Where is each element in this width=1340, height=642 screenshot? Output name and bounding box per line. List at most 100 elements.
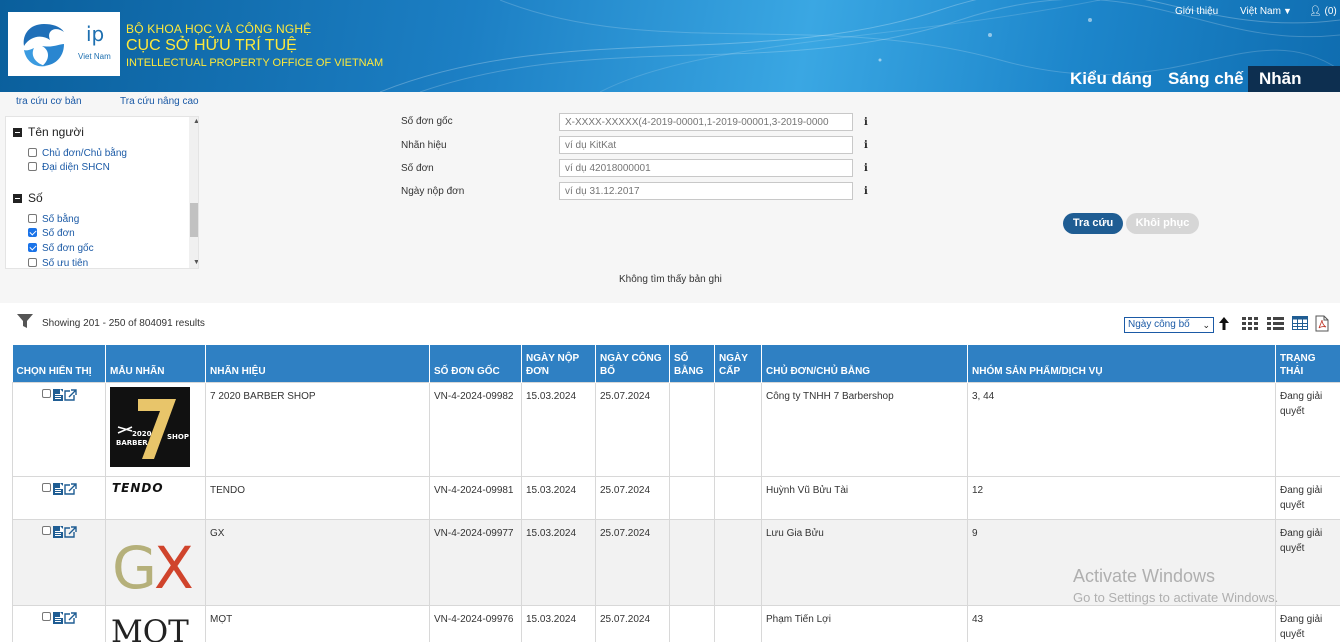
user-menu[interactable]: 👤︎ (0) [1309, 6, 1337, 17]
scroll-up-arrow-icon[interactable]: ▲ [193, 118, 198, 125]
open-external-icon[interactable] [64, 482, 77, 495]
tendo-logo[interactable]: TENDO [110, 481, 194, 495]
results-count: Showing 201 - 250 of 804091 results [42, 318, 205, 329]
app-number[interactable]: VN-4-2024-09982 [429, 381, 522, 477]
info-icon[interactable]: i [864, 163, 868, 174]
mark-name[interactable]: MỌT [205, 604, 430, 642]
logo-left-letter: G [112, 534, 157, 596]
grant-date [714, 475, 762, 520]
logo-ip-text: ip [86, 22, 105, 46]
filing-date: 15.03.2024 [521, 518, 596, 606]
column-header[interactable]: Chủ đơn/Chủ bằng [761, 345, 968, 382]
list-view-icon[interactable] [1267, 317, 1284, 330]
row-select-checkbox[interactable] [42, 482, 51, 492]
logo-year-text: 2020 [132, 430, 152, 438]
mot-logo[interactable]: MỌT [110, 610, 198, 642]
document-icon[interactable] [53, 388, 63, 401]
document-icon[interactable] [53, 611, 63, 624]
row-select-checkbox[interactable] [42, 388, 51, 398]
no-records-message: Không tìm thấy bản ghi [619, 274, 722, 285]
barber-shop-logo[interactable]: 2020 BARBER SHOP [110, 386, 190, 467]
search-button[interactable]: Tra cứu [1063, 213, 1123, 234]
trademark-image-cell: MỌT [105, 604, 206, 642]
filter-group-person[interactable]: Tên người [13, 125, 84, 139]
document-icon[interactable] [53, 482, 63, 495]
owner: Huỳnh Vũ Bửu Tài [761, 475, 968, 520]
reset-button[interactable]: Khôi phục [1126, 213, 1199, 234]
open-external-icon[interactable] [64, 611, 77, 624]
filter-priority-number[interactable]: Số ưu tiên [28, 258, 88, 268]
logo-text: TENDO [112, 481, 164, 495]
column-header[interactable]: Nhóm sản phẩm/dịch vụ [967, 345, 1276, 382]
checkbox[interactable] [28, 258, 37, 267]
basic-search-link[interactable]: tra cứu cơ bản [16, 96, 82, 107]
open-external-icon[interactable] [64, 525, 77, 538]
intro-link[interactable]: Giới thiệu [1175, 6, 1218, 17]
ipvn-logo[interactable]: ip Viet Nam [8, 12, 120, 76]
publication-date: 25.07.2024 [595, 381, 670, 477]
filter-applicant-owner[interactable]: Chủ đơn/Chủ bằng [28, 148, 127, 159]
column-header[interactable]: Ngày cấp [714, 345, 762, 382]
checkbox[interactable] [28, 148, 37, 157]
filter-ip-representative[interactable]: Đại diện SHCN [28, 162, 110, 173]
scroll-thumb[interactable] [190, 203, 198, 237]
trademark-input[interactable] [559, 136, 853, 154]
label-trademark: Nhãn hiệu [401, 140, 447, 151]
column-header[interactable]: Trạng thái [1275, 345, 1340, 382]
app-number[interactable]: VN-4-2024-09976 [429, 604, 522, 642]
language-selector[interactable]: Việt Nam ▼ [1240, 6, 1292, 17]
tab-trademark[interactable]: Nhãn hiệu [1248, 66, 1340, 92]
info-icon[interactable]: i [864, 117, 868, 128]
info-icon[interactable]: i [864, 140, 868, 151]
filing-date-input[interactable] [559, 182, 853, 200]
checkbox[interactable] [28, 162, 37, 171]
checkbox-checked[interactable] [28, 243, 37, 252]
row-select-checkbox[interactable] [42, 611, 51, 621]
gx-logo[interactable]: G X [110, 524, 194, 602]
mark-name[interactable]: GX [205, 518, 430, 606]
row-actions [12, 381, 106, 477]
document-icon[interactable] [53, 525, 63, 538]
original-app-number-input[interactable] [559, 113, 853, 131]
filter-scrollbar[interactable]: ▲ ▼ [189, 117, 198, 268]
column-header[interactable]: Nhãn hiệu [205, 345, 430, 382]
label-app-number: Số đơn [401, 163, 434, 174]
filter-funnel-icon[interactable] [16, 312, 34, 330]
grid-view-icon[interactable] [1242, 317, 1259, 330]
filter-label: Số bằng [42, 214, 80, 225]
owner: Công ty TNHH 7 Barbershop [761, 381, 968, 477]
app-number[interactable]: VN-4-2024-09981 [429, 475, 522, 520]
tab-patent[interactable]: Sáng chế [1158, 66, 1254, 92]
chevron-down-icon: ⌄ [1202, 320, 1210, 330]
sort-select[interactable]: Ngày công bố ⌄ [1124, 317, 1214, 333]
row-select-checkbox[interactable] [42, 525, 51, 535]
app-number[interactable]: VN-4-2024-09977 [429, 518, 522, 606]
tab-industrial-design[interactable]: Kiểu dáng [1060, 66, 1162, 92]
filter-application-number[interactable]: Số đơn [28, 228, 75, 239]
scroll-down-arrow-icon[interactable]: ▼ [193, 259, 198, 266]
filter-registration-number[interactable]: Số bằng [28, 214, 79, 225]
filter-label: Đại diện SHCN [42, 162, 110, 173]
grant-date [714, 381, 762, 477]
column-header[interactable]: Ngày nộp đơn [521, 345, 596, 382]
mark-name[interactable]: 7 2020 BARBER SHOP [205, 381, 430, 477]
column-header[interactable]: Số bằng [669, 345, 715, 382]
filter-group-number[interactable]: Số [13, 191, 43, 205]
sort-ascending-arrow-icon[interactable] [1217, 315, 1231, 331]
pdf-export-icon[interactable] [1315, 315, 1329, 332]
column-header[interactable]: Số đơn gốc [429, 345, 522, 382]
app-number-input[interactable] [559, 159, 853, 177]
trademark-image-cell: TENDO [105, 475, 206, 520]
checkbox[interactable] [28, 214, 37, 223]
checkbox-checked[interactable] [28, 228, 37, 237]
open-external-icon[interactable] [64, 388, 77, 401]
office-name-english: INTELLECTUAL PROPERTY OFFICE OF VIETNAM [126, 57, 384, 69]
mark-name[interactable]: TENDO [205, 475, 430, 520]
table-view-icon[interactable] [1292, 316, 1308, 330]
column-header[interactable]: Ngày công bố [595, 345, 670, 382]
advanced-search-link[interactable]: Tra cứu nâng cao [120, 96, 199, 107]
registration-number [669, 475, 715, 520]
filter-original-application-number[interactable]: Số đơn gốc [28, 243, 94, 254]
collapse-icon [13, 128, 22, 137]
info-icon[interactable]: i [864, 186, 868, 197]
